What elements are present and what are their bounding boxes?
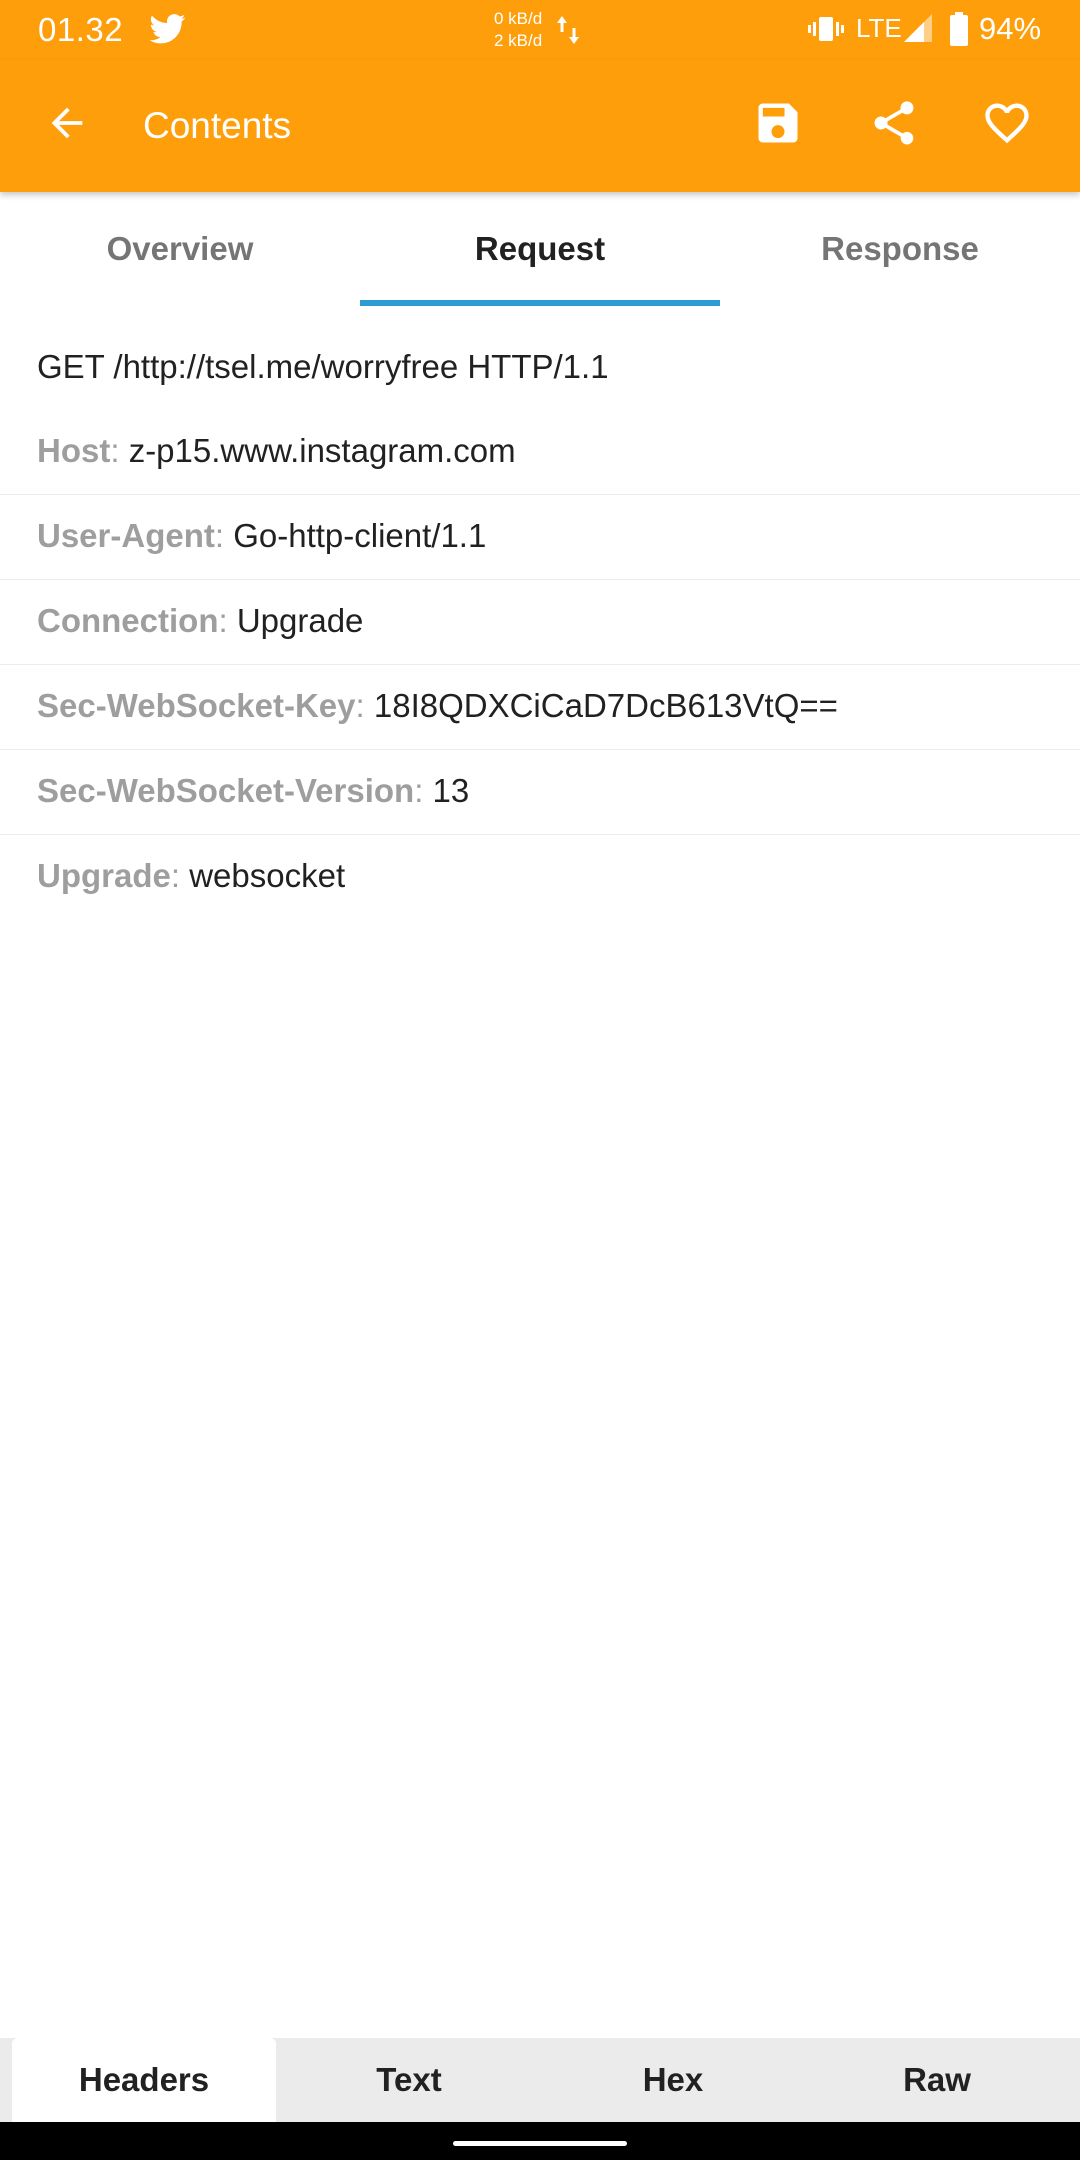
header-separator: : <box>214 517 234 554</box>
data-transfer-icon <box>556 12 580 48</box>
heart-icon[interactable] <box>981 97 1033 149</box>
header-name: Connection <box>37 602 219 639</box>
page-title: Contents <box>143 105 292 146</box>
vibrate-icon <box>808 14 844 44</box>
battery-icon <box>950 12 968 46</box>
back-arrow-icon[interactable] <box>44 100 90 146</box>
header-separator: : <box>170 857 190 894</box>
speed-down: 2 kB/d <box>494 31 543 50</box>
header-value: 18I8QDXCiCaD7DcB613VtQ== <box>373 687 838 724</box>
status-time: 01.32 <box>38 11 124 48</box>
home-gesture-handle[interactable] <box>453 2141 627 2146</box>
tab-hex[interactable]: Hex <box>541 2038 805 2122</box>
status-bar: 01.32 0 kB/d 2 kB/d LTE 94% <box>0 0 1080 60</box>
header-separator: : <box>218 602 237 639</box>
header-name: Sec-WebSocket-Version <box>37 772 415 809</box>
network-type: LTE <box>856 13 902 43</box>
speed-up: 0 kB/d <box>494 9 543 28</box>
header-row-connection: Connection: Upgrade <box>0 580 1080 664</box>
header-name: Upgrade <box>37 857 171 894</box>
tab-overview[interactable]: Overview <box>0 192 360 306</box>
request-line: GET /http://tsel.me/worryfree HTTP/1.1 <box>37 348 609 385</box>
tab-indicator <box>360 300 720 306</box>
header-separator: : <box>414 772 433 809</box>
navigation-bar <box>0 2122 1080 2160</box>
tab-response[interactable]: Response <box>720 192 1080 306</box>
header-value: websocket <box>189 857 346 894</box>
battery-percent: 94% <box>979 11 1042 46</box>
header-row-sec-websocket-key: Sec-WebSocket-Key: 18I8QDXCiCaD7DcB613Vt… <box>0 665 1080 749</box>
view-mode-tabs: Headers Text Hex Raw <box>0 2038 1080 2122</box>
header-name: Sec-WebSocket-Key <box>37 687 356 724</box>
save-icon[interactable] <box>752 97 804 149</box>
header-name: User-Agent <box>37 517 215 554</box>
header-separator: : <box>110 432 129 469</box>
signal-icon <box>904 14 932 42</box>
twitter-icon <box>149 14 186 44</box>
header-value: z-p15.www.instagram.com <box>128 432 516 469</box>
share-icon[interactable] <box>868 97 920 149</box>
header-value: Go-http-client/1.1 <box>233 517 487 554</box>
header-separator: : <box>355 687 374 724</box>
header-row-upgrade: Upgrade: websocket <box>0 835 1080 919</box>
header-row-user-agent: User-Agent: Go-http-client/1.1 <box>0 495 1080 579</box>
header-row-sec-websocket-version: Sec-WebSocket-Version: 13 <box>0 750 1080 834</box>
tab-headers[interactable]: Headers <box>12 2038 276 2122</box>
header-value: Upgrade <box>236 602 364 639</box>
tab-raw[interactable]: Raw <box>805 2038 1069 2122</box>
header-value: 13 <box>432 772 470 809</box>
header-row-host: Host: z-p15.www.instagram.com <box>0 410 1080 494</box>
content-tabs: Overview Request Response <box>0 192 1080 306</box>
tab-request[interactable]: Request <box>360 192 720 306</box>
app-bar: Contents <box>0 60 1080 192</box>
tab-text[interactable]: Text <box>277 2038 541 2122</box>
header-name: Host <box>37 432 111 469</box>
network-speed: 0 kB/d 2 kB/d <box>494 8 542 52</box>
